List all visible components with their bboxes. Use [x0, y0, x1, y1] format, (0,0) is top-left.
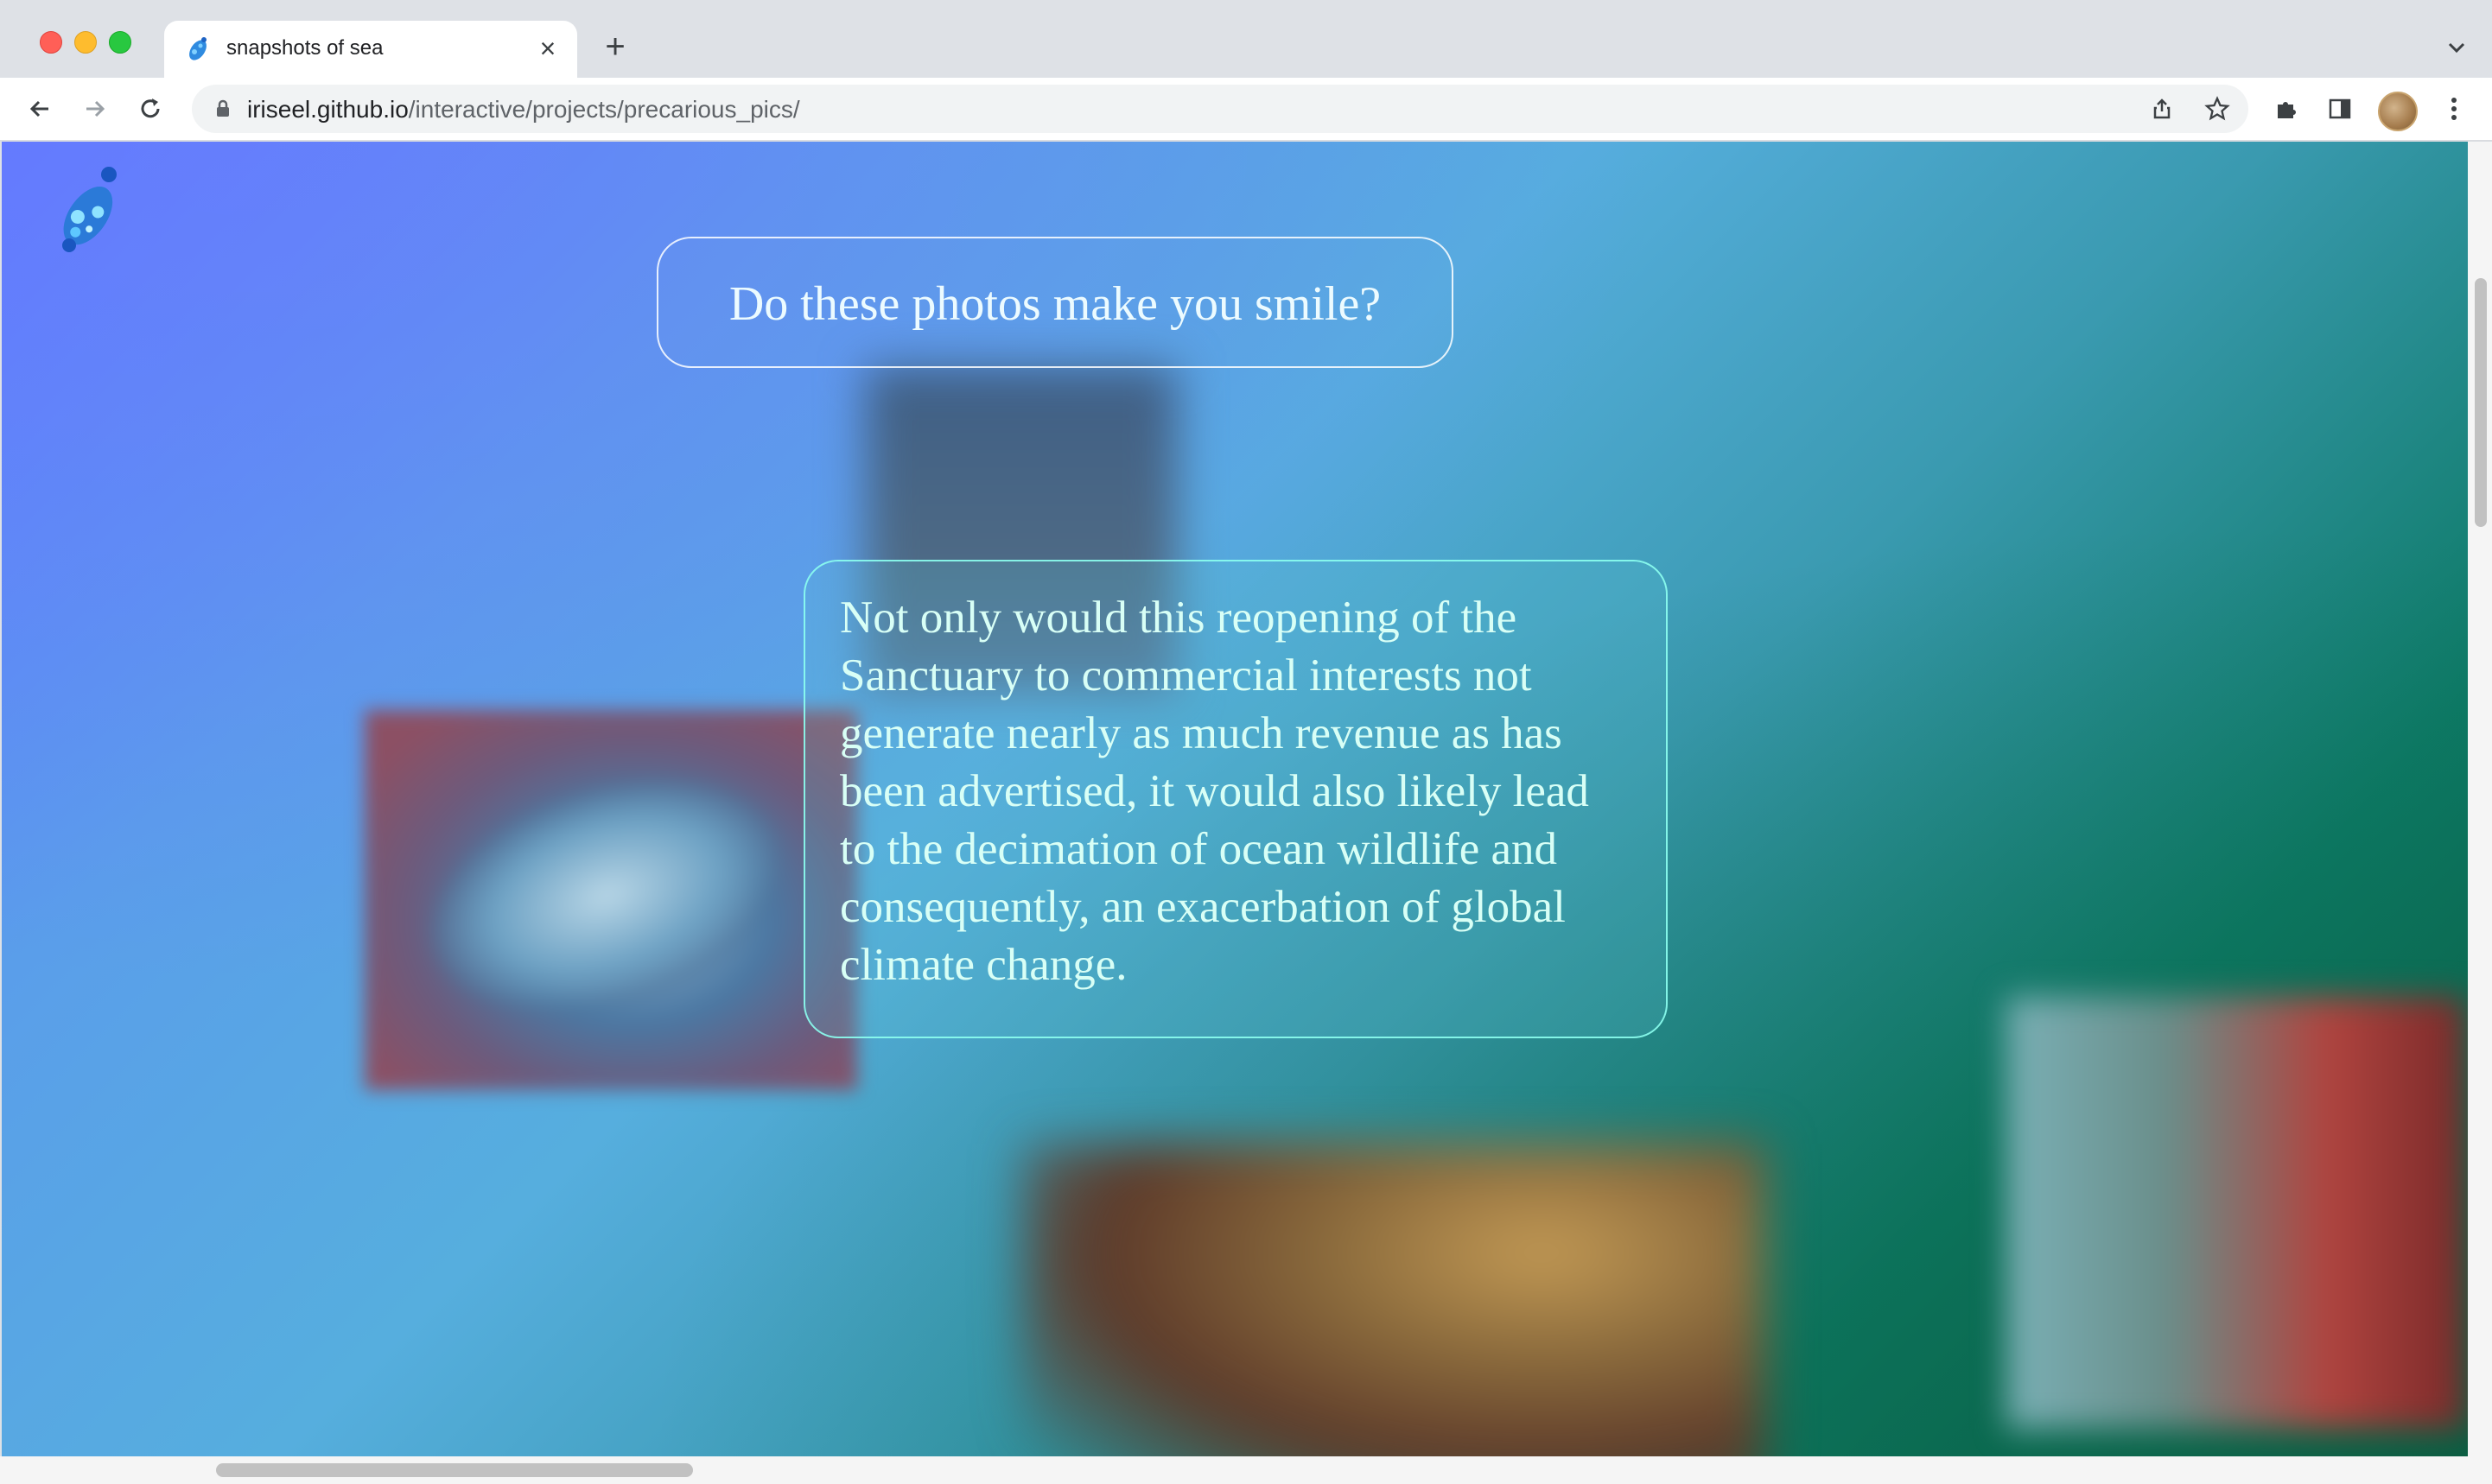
page-viewport: Do these photos make you smile? Not only…	[2, 142, 2468, 1456]
url-text[interactable]: iriseel.github.io/interactive/projects/p…	[247, 96, 800, 124]
bookmark-star-icon[interactable]	[2202, 93, 2233, 124]
avatar[interactable]	[2378, 92, 2418, 131]
question-bubble: Do these photos make you smile?	[657, 237, 1453, 368]
tab-strip: snapshots of sea × +	[0, 0, 2492, 78]
blurred-photo[interactable]	[2006, 997, 2464, 1429]
info-text-bubble: Not only would this reopening of the San…	[804, 560, 1668, 1038]
reload-icon[interactable]	[131, 90, 169, 128]
extensions-icon[interactable]	[2267, 90, 2305, 128]
more-menu-icon[interactable]	[2435, 90, 2473, 128]
share-icon[interactable]	[2146, 93, 2177, 124]
browser-window: snapshots of sea × + iriseel.github.io/i…	[0, 0, 2492, 1484]
blurred-photo[interactable]	[1021, 1144, 1764, 1456]
back-icon[interactable]	[21, 90, 59, 128]
vertical-scrollbar-thumb[interactable]	[2475, 278, 2487, 527]
new-tab-icon[interactable]: +	[598, 29, 633, 64]
forward-icon[interactable]	[76, 90, 114, 128]
tab-title: snapshots of sea	[226, 36, 384, 60]
minimize-window-button[interactable]	[74, 31, 97, 54]
horizontal-scrollbar[interactable]	[0, 1456, 2492, 1484]
lock-icon[interactable]	[211, 97, 235, 121]
tab-active[interactable]: snapshots of sea ×	[164, 21, 577, 78]
tab-search-chevron-icon[interactable]	[2444, 35, 2470, 60]
blurred-photo[interactable]	[365, 710, 857, 1090]
close-window-button[interactable]	[40, 31, 62, 54]
fish-logo-icon	[189, 37, 207, 60]
url-path: /interactive/projects/precarious_pics/	[408, 96, 800, 123]
side-panel-icon[interactable]	[2321, 90, 2359, 128]
browser-toolbar: iriseel.github.io/interactive/projects/p…	[0, 78, 2492, 142]
fish-logo-icon[interactable]	[50, 162, 128, 257]
address-bar[interactable]: iriseel.github.io/interactive/projects/p…	[192, 85, 2248, 133]
maximize-window-button[interactable]	[109, 31, 131, 54]
horizontal-scrollbar-thumb[interactable]	[216, 1463, 693, 1477]
url-domain: iriseel.github.io	[247, 96, 409, 123]
vertical-scrollbar[interactable]	[2468, 142, 2492, 1456]
close-tab-icon[interactable]: ×	[532, 33, 563, 64]
